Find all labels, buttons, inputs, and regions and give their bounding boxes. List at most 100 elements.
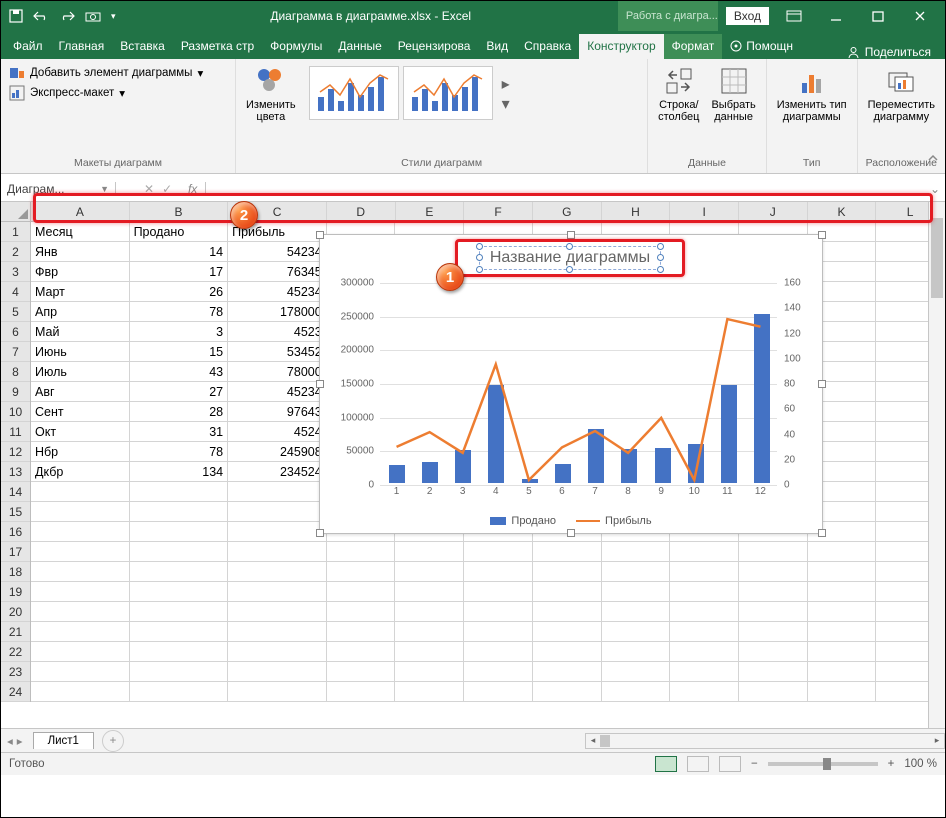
- cell[interactable]: Фвр: [31, 262, 130, 282]
- column-headers[interactable]: ABCDEFGHIJKL: [31, 202, 945, 222]
- tab-insert[interactable]: Вставка: [112, 34, 173, 59]
- undo-icon[interactable]: [33, 10, 49, 22]
- cell[interactable]: [670, 582, 739, 602]
- cell[interactable]: [228, 502, 327, 522]
- cell[interactable]: [533, 562, 602, 582]
- cell[interactable]: [228, 582, 327, 602]
- chart-resize-handle[interactable]: [567, 529, 575, 537]
- cell[interactable]: 45234: [228, 382, 327, 402]
- cell[interactable]: [739, 642, 808, 662]
- column-header[interactable]: I: [670, 202, 739, 221]
- zoom-slider[interactable]: [768, 762, 878, 766]
- cell[interactable]: 27: [130, 382, 229, 402]
- cell[interactable]: Месяц: [31, 222, 130, 242]
- change-colors-button[interactable]: Изменить цвета: [242, 63, 300, 125]
- cell[interactable]: [395, 622, 464, 642]
- cell[interactable]: [808, 622, 877, 642]
- cell[interactable]: [395, 562, 464, 582]
- cell[interactable]: [808, 562, 877, 582]
- cell[interactable]: 17: [130, 262, 229, 282]
- cell[interactable]: [130, 662, 229, 682]
- cell[interactable]: [602, 562, 671, 582]
- cell[interactable]: 3: [130, 322, 229, 342]
- title-handle[interactable]: [476, 243, 483, 250]
- cell[interactable]: [464, 622, 533, 642]
- cell[interactable]: [130, 682, 229, 702]
- cell[interactable]: Дкбр: [31, 462, 130, 482]
- column-header[interactable]: J: [739, 202, 808, 221]
- cell[interactable]: [31, 562, 130, 582]
- maximize-button[interactable]: [861, 1, 895, 31]
- row-header[interactable]: 11: [1, 422, 30, 442]
- tab-view[interactable]: Вид: [478, 34, 516, 59]
- row-header[interactable]: 9: [1, 382, 30, 402]
- cell[interactable]: [464, 662, 533, 682]
- sheet-tab[interactable]: Лист1: [33, 732, 94, 749]
- chart-legend[interactable]: Продано Прибыль: [320, 515, 822, 527]
- cell[interactable]: [327, 602, 396, 622]
- cell[interactable]: [739, 662, 808, 682]
- share-button[interactable]: Поделиться: [837, 45, 941, 59]
- cell[interactable]: [395, 602, 464, 622]
- cell[interactable]: Июль: [31, 362, 130, 382]
- fx-icon[interactable]: fx: [180, 182, 206, 196]
- tab-home[interactable]: Главная: [51, 34, 113, 59]
- cell[interactable]: 245908: [228, 442, 327, 462]
- chart-resize-handle[interactable]: [316, 380, 324, 388]
- column-header[interactable]: K: [808, 202, 877, 221]
- cell[interactable]: [670, 682, 739, 702]
- cell[interactable]: [31, 582, 130, 602]
- cell[interactable]: [31, 602, 130, 622]
- collapse-ribbon-icon[interactable]: [927, 151, 939, 169]
- cell[interactable]: 26: [130, 282, 229, 302]
- cell[interactable]: [739, 622, 808, 642]
- sheet-nav-prev-icon[interactable]: ◂: [7, 734, 13, 748]
- enter-icon[interactable]: ✓: [162, 182, 172, 196]
- horizontal-scrollbar[interactable]: ◂▸: [585, 733, 945, 749]
- cell[interactable]: [31, 482, 130, 502]
- column-header[interactable]: H: [602, 202, 671, 221]
- cell[interactable]: [31, 642, 130, 662]
- add-chart-element-button[interactable]: Добавить элемент диаграммы ▾: [7, 63, 229, 83]
- cell[interactable]: [31, 502, 130, 522]
- cell[interactable]: [31, 662, 130, 682]
- cell[interactable]: 234524: [228, 462, 327, 482]
- worksheet-grid[interactable]: ABCDEFGHIJKL 123456789101112131415161718…: [1, 202, 945, 728]
- chart-resize-handle[interactable]: [316, 529, 324, 537]
- view-page-break-button[interactable]: [719, 756, 741, 772]
- row-header[interactable]: 19: [1, 582, 30, 602]
- cell[interactable]: Нбр: [31, 442, 130, 462]
- title-handle[interactable]: [476, 266, 483, 273]
- cell[interactable]: [670, 602, 739, 622]
- view-normal-button[interactable]: [655, 756, 677, 772]
- cell[interactable]: [464, 562, 533, 582]
- cell[interactable]: [602, 622, 671, 642]
- cell[interactable]: [228, 642, 327, 662]
- redo-icon[interactable]: [59, 10, 75, 22]
- cell[interactable]: [395, 542, 464, 562]
- cell[interactable]: [808, 602, 877, 622]
- cell[interactable]: [670, 562, 739, 582]
- quick-layout-button[interactable]: Экспресс-макет ▾: [7, 83, 229, 103]
- cell[interactable]: Май: [31, 322, 130, 342]
- cell[interactable]: [395, 642, 464, 662]
- expand-formula-icon[interactable]: ⌄: [925, 182, 945, 196]
- cell[interactable]: Сент: [31, 402, 130, 422]
- cell[interactable]: [130, 522, 229, 542]
- cell[interactable]: [395, 682, 464, 702]
- row-header[interactable]: 12: [1, 442, 30, 462]
- row-header[interactable]: 17: [1, 542, 30, 562]
- switch-row-column-button[interactable]: Строка/ столбец: [654, 63, 703, 125]
- cell[interactable]: [130, 502, 229, 522]
- cell[interactable]: [327, 662, 396, 682]
- cell[interactable]: [464, 602, 533, 622]
- title-handle[interactable]: [566, 243, 573, 250]
- tab-formulas[interactable]: Формулы: [262, 34, 330, 59]
- chart-line[interactable]: [380, 283, 777, 483]
- row-header[interactable]: 7: [1, 342, 30, 362]
- cell[interactable]: [533, 582, 602, 602]
- cell[interactable]: [31, 522, 130, 542]
- cell[interactable]: Продано: [130, 222, 229, 242]
- chart-resize-handle[interactable]: [567, 231, 575, 239]
- cell[interactable]: 54234: [228, 242, 327, 262]
